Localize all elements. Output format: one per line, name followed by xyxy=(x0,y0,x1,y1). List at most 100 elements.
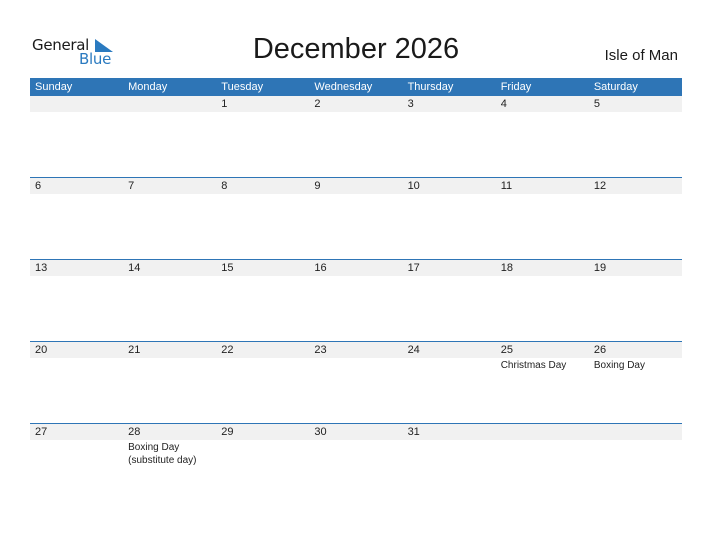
day-number: 6 xyxy=(30,178,124,194)
day-cell: 1 xyxy=(216,96,310,177)
day-number: 7 xyxy=(123,178,217,194)
holiday-label xyxy=(589,112,682,113)
weekday-header: Sunday Monday Tuesday Wednesday Thursday… xyxy=(30,78,682,96)
weekday-monday: Monday xyxy=(128,81,168,93)
holiday-label xyxy=(309,112,402,113)
day-cell: 2 xyxy=(309,96,403,177)
weekday-sunday: Sunday xyxy=(35,81,73,93)
holiday-label xyxy=(216,194,309,195)
day-number xyxy=(588,424,682,440)
weekday-tuesday: Tuesday xyxy=(221,81,264,93)
country-label: Isle of Man xyxy=(604,47,678,64)
day-number: 29 xyxy=(216,424,310,440)
day-cell: 19 xyxy=(588,260,682,341)
holiday-label xyxy=(496,276,589,277)
holiday-label xyxy=(30,276,123,277)
day-cell: 13 xyxy=(30,260,124,341)
holiday-label xyxy=(216,276,309,277)
week-row: 20 21 22 23 24 25 Christmas Day 26 Boxing Day xyxy=(30,341,682,423)
day-cell xyxy=(495,424,589,505)
day-cell: 24 xyxy=(402,342,496,423)
day-number: 8 xyxy=(216,178,310,194)
day-number: 3 xyxy=(402,96,496,112)
day-cell: 21 xyxy=(123,342,217,423)
holiday-label xyxy=(30,112,123,113)
day-number: 23 xyxy=(309,342,403,358)
day-number: 19 xyxy=(588,260,682,276)
holiday-label xyxy=(216,112,309,113)
day-number: 11 xyxy=(495,178,589,194)
holiday-label xyxy=(309,358,402,359)
day-cell: 8 xyxy=(216,178,310,259)
day-number: 27 xyxy=(30,424,124,440)
day-number: 12 xyxy=(588,178,682,194)
day-cell: 31 xyxy=(402,424,496,505)
holiday-label xyxy=(30,358,123,359)
day-number xyxy=(30,96,124,112)
day-number: 16 xyxy=(309,260,403,276)
day-number: 20 xyxy=(30,342,124,358)
day-cell xyxy=(123,96,217,177)
day-cell: 27 xyxy=(30,424,124,505)
holiday-label xyxy=(123,194,216,195)
holiday-label xyxy=(123,358,216,359)
day-cell: 26 Boxing Day xyxy=(588,342,682,423)
holiday-label xyxy=(496,112,589,113)
day-cell: 23 xyxy=(309,342,403,423)
day-cell xyxy=(588,424,682,505)
weekday-friday: Friday xyxy=(500,81,532,93)
day-number: 31 xyxy=(402,424,496,440)
holiday-label xyxy=(123,112,216,113)
holiday-label xyxy=(216,440,309,441)
day-cell: 14 xyxy=(123,260,217,341)
day-cell: 4 xyxy=(495,96,589,177)
day-cell: 17 xyxy=(402,260,496,341)
holiday-label xyxy=(589,194,682,195)
week-row: 27 28 Boxing Day (substitute day) 29 30 31 xyxy=(30,423,682,505)
day-cell: 3 xyxy=(402,96,496,177)
holiday-label xyxy=(123,276,216,277)
day-cell: 15 xyxy=(216,260,310,341)
day-cell: 9 xyxy=(309,178,403,259)
calendar-grid: Sunday Monday Tuesday Wednesday Thursday… xyxy=(30,78,682,505)
day-number: 2 xyxy=(309,96,403,112)
holiday-label xyxy=(30,194,123,195)
holiday-label xyxy=(403,358,496,359)
day-cell: 11 xyxy=(495,178,589,259)
day-number: 15 xyxy=(216,260,310,276)
day-cell: 10 xyxy=(402,178,496,259)
day-number: 30 xyxy=(309,424,403,440)
holiday-label xyxy=(309,440,402,441)
day-number: 21 xyxy=(123,342,217,358)
day-cell: 6 xyxy=(30,178,124,259)
day-number: 5 xyxy=(588,96,682,112)
holiday-label xyxy=(403,276,496,277)
holiday-label xyxy=(30,440,123,441)
holiday-label: Christmas Day xyxy=(500,360,567,371)
day-cell: 16 xyxy=(309,260,403,341)
day-number xyxy=(495,424,589,440)
holiday-label xyxy=(216,358,309,359)
day-cell: 18 xyxy=(495,260,589,341)
weekday-thursday: Thursday xyxy=(407,81,454,93)
day-number: 24 xyxy=(402,342,496,358)
day-number: 10 xyxy=(402,178,496,194)
day-number: 26 xyxy=(588,342,682,358)
day-number: 17 xyxy=(402,260,496,276)
holiday-label xyxy=(403,440,496,441)
day-cell xyxy=(30,96,124,177)
day-number: 28 xyxy=(123,424,217,440)
holiday-label xyxy=(589,440,682,441)
day-number: 22 xyxy=(216,342,310,358)
day-cell: 28 Boxing Day (substitute day) xyxy=(123,424,217,505)
holiday-label xyxy=(309,276,402,277)
holiday-label: Boxing Day (substitute day) xyxy=(128,442,197,466)
holiday-label xyxy=(309,194,402,195)
holiday-label xyxy=(589,276,682,277)
weekday-wednesday: Wednesday xyxy=(314,81,373,93)
day-number: 4 xyxy=(495,96,589,112)
day-number: 1 xyxy=(216,96,310,112)
day-cell: 30 xyxy=(309,424,403,505)
week-row: 6 7 8 9 10 11 12 xyxy=(30,177,682,259)
day-number: 13 xyxy=(30,260,124,276)
